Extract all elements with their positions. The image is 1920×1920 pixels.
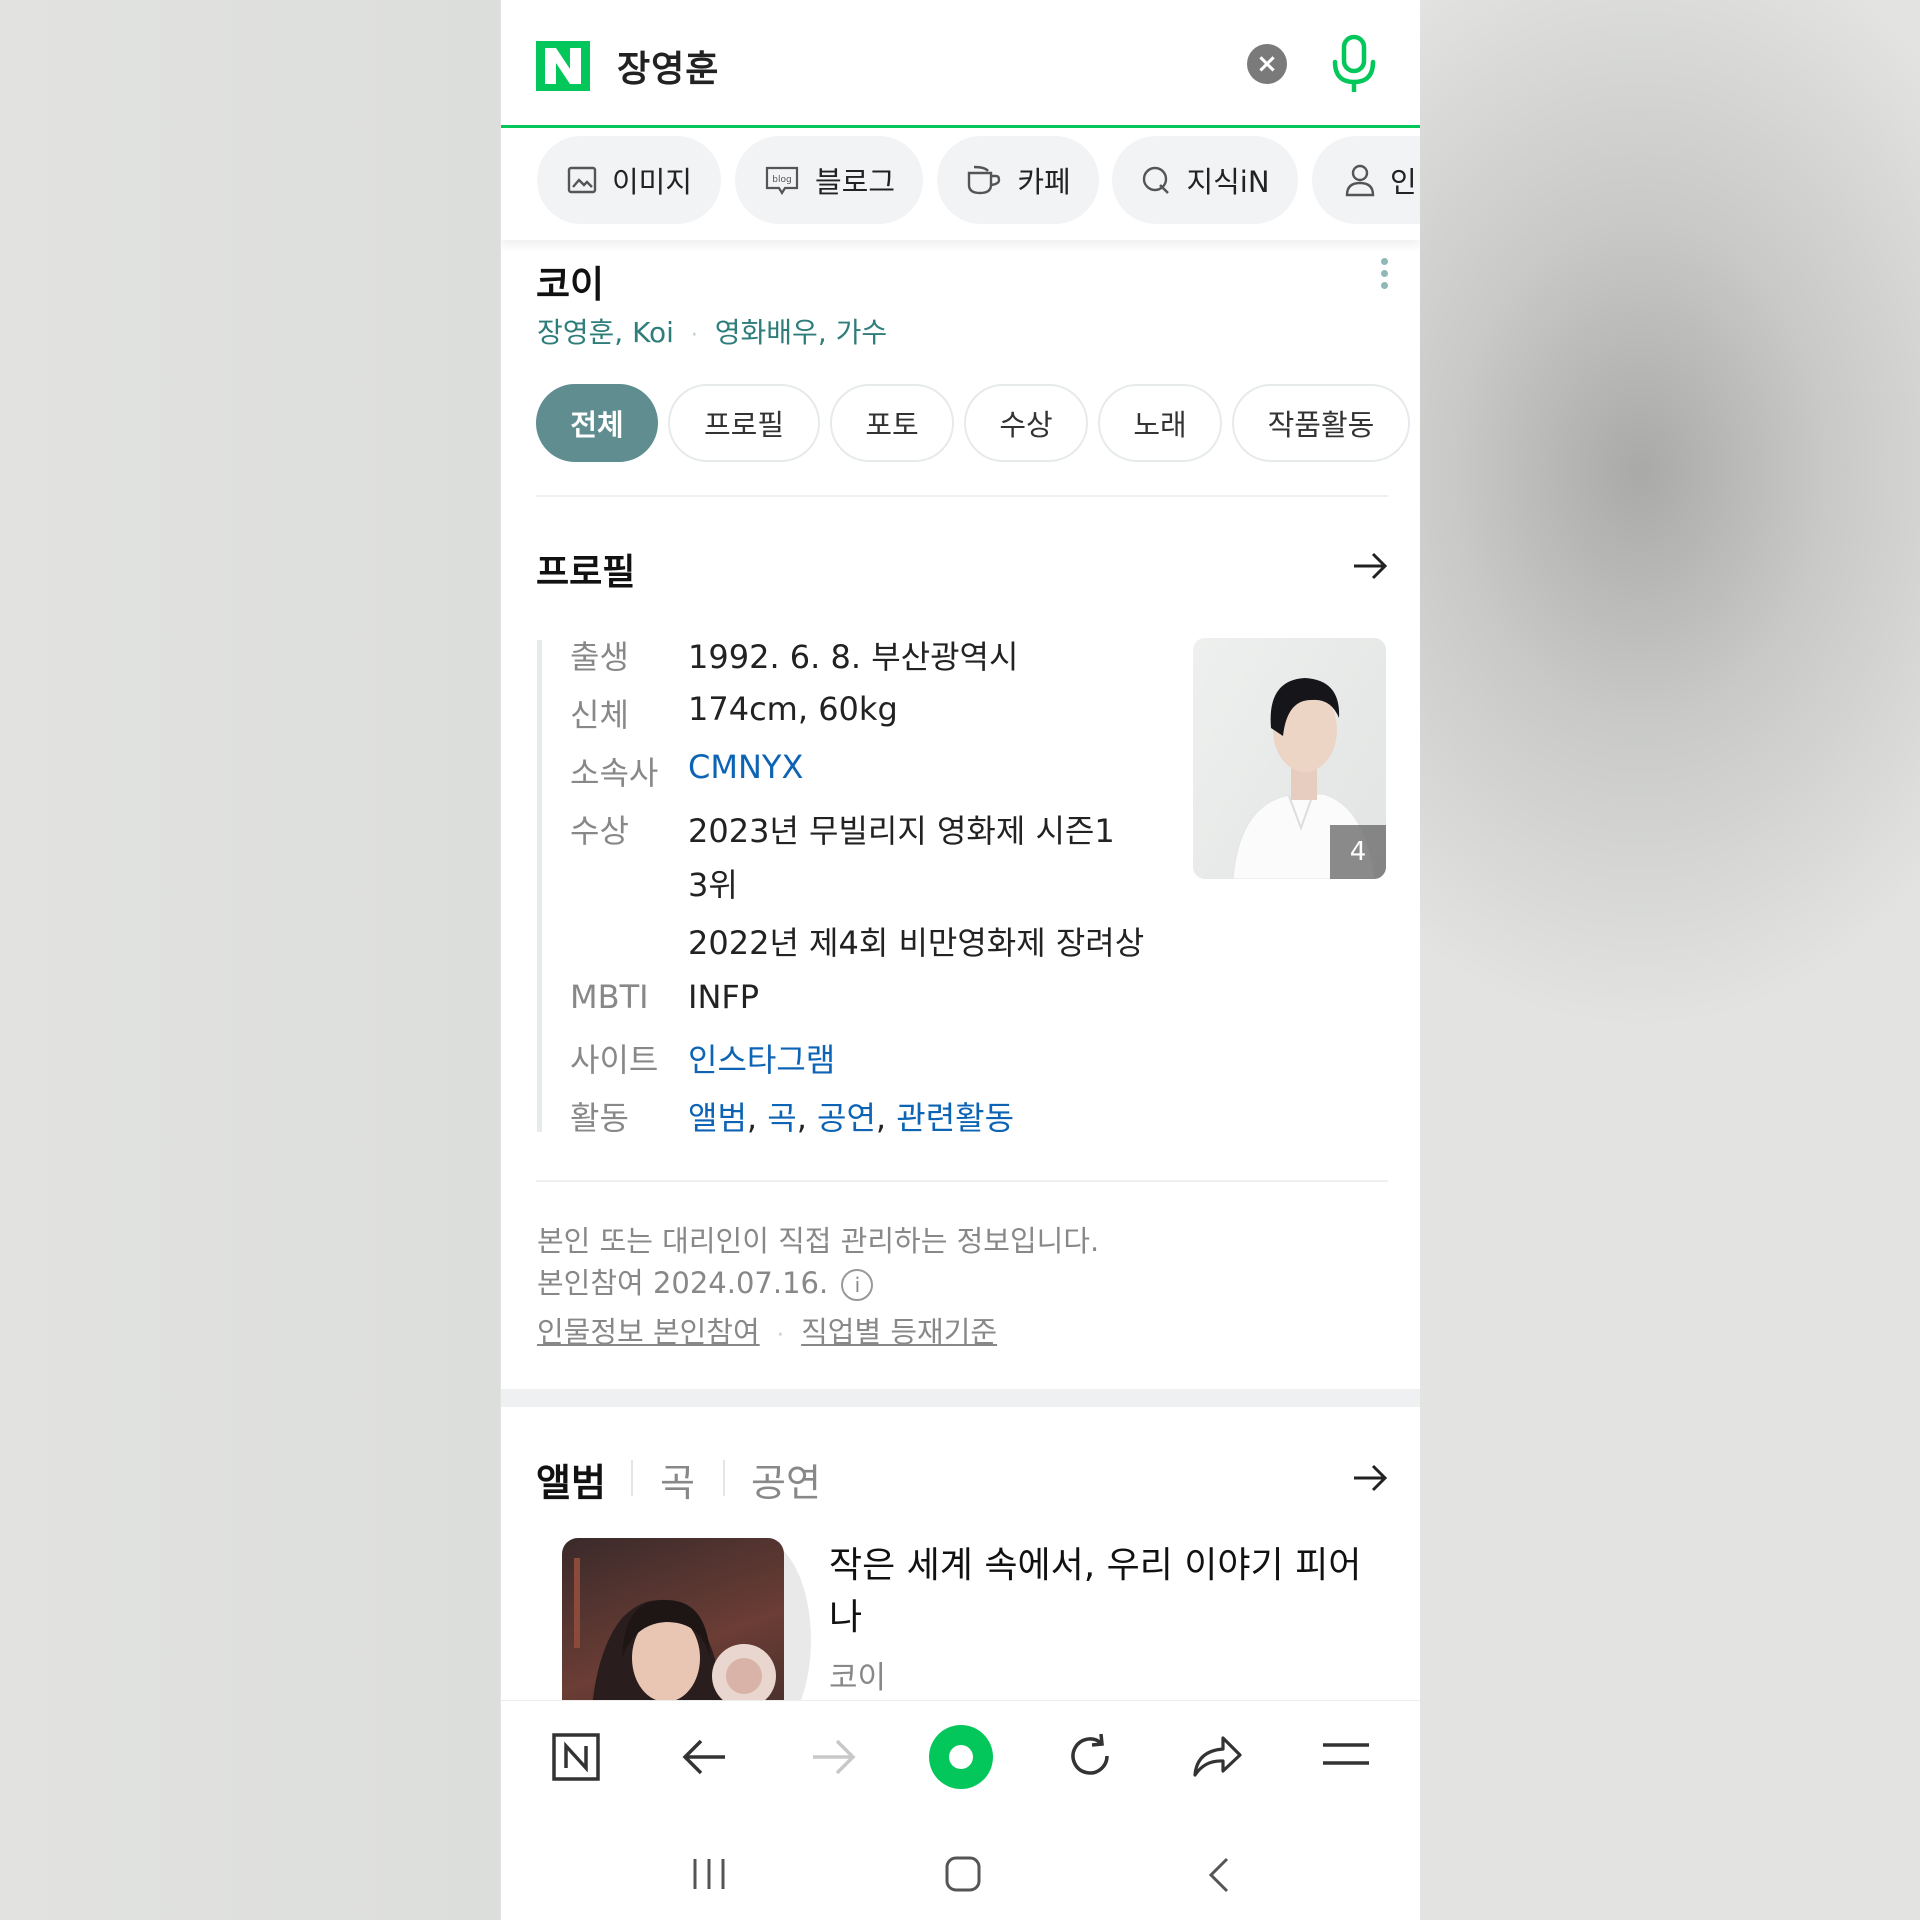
menu-icon[interactable] — [1321, 1739, 1371, 1773]
instagram-link[interactable]: 인스타그램 — [688, 1035, 835, 1081]
green-dot-icon[interactable] — [929, 1725, 993, 1789]
participation-date: 본인참여 2024.07.16. i — [537, 1260, 874, 1302]
self-participation-link[interactable]: 인물정보 본인참여 — [537, 1315, 760, 1349]
refresh-icon[interactable] — [1065, 1731, 1115, 1785]
tab-profile[interactable]: 프로필 — [668, 384, 820, 462]
award-line-1: 2023년 무빌리지 영화제 시즌1 — [688, 812, 1115, 850]
music-tab-album[interactable]: 앨범 — [536, 1452, 606, 1507]
activity-label: 활동 — [570, 1099, 629, 1137]
category-label: 카페 — [1017, 165, 1071, 199]
comma-separator: , — [796, 1099, 818, 1137]
category-kin[interactable]: 지식iN — [1112, 136, 1298, 224]
category-label: 블로그 — [814, 165, 896, 199]
person-aliases: 장영훈, Koi — [537, 316, 674, 349]
category-person[interactable]: 인 — [1312, 136, 1420, 224]
browser-toolbar — [501, 1700, 1420, 1816]
body-value: 174cm, 60kg — [688, 690, 898, 728]
recent-apps-icon[interactable] — [691, 1857, 727, 1895]
tab-photo[interactable]: 포토 — [830, 384, 954, 462]
category-label: 이미지 — [611, 165, 693, 199]
browser-screen: 장영훈 × 이미지 blog 블로그 카페 지식iN 인 코이 장영훈, Koi… — [501, 0, 1420, 1920]
person-roles: 영화배우, 가수 — [714, 316, 888, 349]
awards-label: 수상 — [570, 812, 629, 850]
album-artist[interactable]: 코이 — [829, 1652, 886, 1697]
managed-info-note: 본인 또는 대리인이 직접 관리하는 정보입니다. — [537, 1224, 1100, 1258]
person-name: 코이 — [536, 263, 605, 306]
profile-more-arrow-icon[interactable] — [1351, 548, 1389, 594]
concert-link[interactable]: 공연 — [817, 1099, 876, 1137]
meta-separator: · — [690, 323, 698, 348]
kin-q-icon — [1143, 166, 1170, 194]
category-blog[interactable]: blog 블로그 — [735, 136, 923, 224]
comma-separator: , — [746, 1099, 768, 1137]
participation-text: 본인참여 2024.07.16. — [537, 1266, 829, 1300]
svg-text:blog: blog — [772, 175, 791, 185]
category-label: 인 — [1390, 165, 1417, 199]
comma-separator: , — [875, 1099, 897, 1137]
award-line-3: 2022년 제4회 비만영화제 장려상 — [688, 924, 1145, 962]
share-icon[interactable] — [1191, 1733, 1243, 1783]
tab-awards[interactable]: 수상 — [964, 384, 1088, 462]
category-image[interactable]: 이미지 — [537, 136, 721, 224]
forward-arrow-icon[interactable] — [811, 1737, 857, 1781]
divider — [536, 495, 1388, 497]
naver-logo[interactable] — [536, 41, 590, 91]
body-label: 신체 — [570, 696, 629, 734]
tab-all[interactable]: 전체 — [536, 384, 658, 462]
tab-divider — [723, 1460, 725, 1496]
photo-count-badge: 4 — [1330, 825, 1386, 879]
category-label: 지식iN — [1186, 165, 1270, 199]
naver-home-icon[interactable] — [551, 1732, 601, 1786]
search-input[interactable]: 장영훈 — [617, 40, 719, 92]
cafe-cup-icon — [968, 165, 1001, 195]
person-icon — [1345, 164, 1375, 197]
music-tab-concert[interactable]: 공연 — [751, 1452, 821, 1507]
related-activity-link[interactable]: 관련활동 — [896, 1099, 1014, 1137]
divider — [536, 1180, 1388, 1182]
system-back-icon[interactable] — [1207, 1857, 1231, 1897]
microphone-icon[interactable] — [1329, 34, 1379, 100]
person-meta: 장영훈, Koi · 영화배우, 가수 — [537, 311, 887, 351]
agency-link[interactable]: CMNYX — [688, 748, 803, 786]
clear-search-icon[interactable]: × — [1247, 44, 1287, 84]
profile-accent-line — [537, 640, 542, 1132]
more-options-icon[interactable] — [1381, 258, 1389, 294]
meta-separator: · — [776, 1323, 784, 1348]
music-tab-song[interactable]: 곡 — [660, 1452, 695, 1507]
album-title[interactable]: 작은 세계 속에서, 우리 이야기 피어나 — [829, 1540, 1369, 1644]
song-link[interactable]: 곡 — [767, 1099, 796, 1137]
image-icon — [567, 166, 597, 194]
section-divider — [501, 1389, 1420, 1407]
blog-icon: blog — [765, 166, 799, 196]
award-line-2: 3위 — [688, 866, 738, 904]
birth-value: 1992. 6. 8. 부산광역시 — [688, 638, 1019, 676]
birth-label: 출생 — [570, 638, 629, 676]
note-links: 인물정보 본인참여 · 직업별 등재기준 — [537, 1309, 997, 1351]
profile-title[interactable]: 프로필 — [536, 543, 635, 595]
mbti-label: MBTI — [570, 978, 649, 1016]
tab-divider — [631, 1460, 633, 1496]
system-nav-bar — [501, 1815, 1420, 1920]
info-icon[interactable]: i — [841, 1269, 874, 1301]
tab-works[interactable]: 작품활동 — [1232, 384, 1410, 462]
site-label: 사이트 — [570, 1041, 659, 1079]
profile-photo[interactable]: 4 — [1193, 638, 1386, 879]
mbti-value: INFP — [688, 978, 760, 1016]
agency-label: 소속사 — [570, 754, 659, 792]
listing-criteria-link[interactable]: 직업별 등재기준 — [801, 1315, 997, 1349]
music-more-arrow-icon[interactable] — [1351, 1460, 1389, 1500]
tab-songs[interactable]: 노래 — [1098, 384, 1222, 462]
home-button-icon[interactable] — [944, 1855, 982, 1897]
album-link[interactable]: 앨범 — [688, 1099, 747, 1137]
activity-links: 앨범, 곡, 공연, 관련활동 — [688, 1093, 1014, 1139]
category-cafe[interactable]: 카페 — [937, 136, 1099, 224]
back-arrow-icon[interactable] — [681, 1737, 727, 1781]
